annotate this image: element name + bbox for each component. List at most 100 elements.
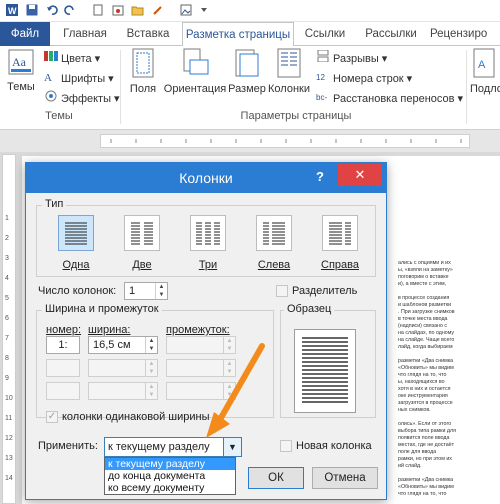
preset-label-left[interactable]: Слева (249, 259, 299, 271)
preset-two-columns[interactable] (124, 215, 160, 251)
orientation-icon (162, 48, 228, 81)
equal-width-checkbox[interactable]: ✓ (46, 411, 58, 423)
undo-icon[interactable] (44, 2, 60, 18)
document-text-line: на слайдах, по одному (398, 330, 455, 336)
vertical-ruler[interactable]: 1 2 3 4 5 6 7 8 9 10 11 12 13 14 (2, 154, 16, 504)
svg-text:12: 12 (316, 73, 325, 82)
apply-dropdown-list: к текущему разделу до конца документа ко… (104, 457, 236, 495)
redo-icon[interactable] (62, 2, 78, 18)
orientation-label: Ориентация (163, 83, 227, 95)
one-column-icon (65, 222, 87, 245)
separator-checkbox[interactable] (276, 285, 288, 297)
tab-insert[interactable]: Вставка (118, 22, 178, 46)
print-preview-icon[interactable] (110, 2, 126, 18)
ruler-mark: 3 (5, 255, 9, 262)
close-button[interactable]: ✕ (338, 164, 382, 186)
preset-label-three[interactable]: Три (183, 259, 233, 271)
tab-references[interactable]: Ссылки (298, 22, 352, 46)
document-text-line: разметки «Два снимка (398, 477, 454, 483)
line-numbers-label: Номера строк (333, 73, 404, 85)
cancel-button[interactable]: Отмена (312, 467, 378, 489)
type-legend: Тип (42, 198, 67, 210)
num-columns-stepper[interactable]: 1 ▲ ▼ (124, 282, 168, 300)
apply-option-whole-document[interactable]: ко всему документу (105, 482, 235, 494)
col-number-header: номер: (46, 324, 82, 336)
customize-qat-icon[interactable] (196, 2, 212, 18)
two-columns-icon (131, 222, 153, 245)
size-icon (228, 48, 266, 81)
new-column-label: Новая колонка (296, 440, 372, 452)
size-button[interactable]: Размер (228, 48, 266, 108)
themes-group-label: Темы (45, 110, 73, 122)
document-text-line: (надписи) связано с (398, 323, 448, 329)
breaks-button[interactable]: Разрывы ▾ (316, 49, 387, 68)
document-text-line: загрузятся в процессе (398, 400, 453, 406)
ruler-mark: 10 (5, 395, 13, 402)
horizontal-ruler[interactable] (100, 134, 470, 148)
width-field-2[interactable]: ▲ ▼ (88, 359, 158, 377)
three-columns-icon (196, 222, 220, 245)
colors-button[interactable]: Цвета ▾ (44, 50, 100, 68)
margins-icon (124, 48, 162, 81)
document-text-line: и), а вместе с этим, (398, 281, 447, 287)
preset-three-columns[interactable] (190, 215, 226, 251)
tab-home[interactable]: Главная (56, 22, 114, 46)
preset-right[interactable] (322, 215, 358, 251)
preset-one-column[interactable] (58, 215, 94, 251)
sample-preview (294, 329, 356, 413)
ok-button[interactable]: ОК (248, 467, 304, 489)
line-numbers-icon: 12 (316, 70, 330, 88)
page-background-button[interactable]: A Подло (470, 48, 500, 108)
orientation-button[interactable]: Ориентация (162, 48, 228, 108)
tab-mailings[interactable]: Рассылки (358, 22, 424, 46)
spin-arrows-icon[interactable]: ▲ ▼ (155, 283, 167, 299)
document-text-line: рамки, но при этом их (398, 456, 452, 462)
hyphenation-label: Расстановка переносов (333, 93, 455, 105)
save-icon[interactable] (24, 2, 40, 18)
svg-text:W: W (8, 6, 17, 16)
ruler-area (0, 130, 500, 152)
preset-label-one[interactable]: Одна (51, 259, 101, 271)
svg-text:bc-: bc- (316, 93, 327, 102)
apply-option-current-section[interactable]: к текущему разделу (105, 458, 235, 470)
document-text-line: на слайде. Чаще всего (398, 337, 455, 343)
new-column-checkbox[interactable] (280, 440, 292, 452)
size-label: Размер (228, 83, 266, 95)
page-background-label: Подло (470, 83, 500, 95)
width-field-1[interactable]: 16,5 см ▲ ▼ (88, 336, 158, 354)
columns-button[interactable]: Колонки (266, 48, 312, 108)
effects-button[interactable]: Эффекты ▾ (44, 90, 120, 108)
preset-label-two[interactable]: Две (117, 259, 167, 271)
themes-button[interactable]: Aa Темы (4, 48, 38, 108)
hyphenation-icon: bc- (316, 90, 330, 108)
help-button[interactable]: ? (316, 169, 324, 184)
margins-button[interactable]: Поля (124, 48, 162, 108)
hyphenation-button[interactable]: bc- Расстановка переносов ▾ (316, 90, 463, 108)
column-number-2 (46, 359, 80, 377)
dialog-title-bar[interactable]: Колонки ? ✕ (26, 163, 386, 193)
new-document-icon[interactable] (90, 2, 106, 18)
line-numbers-button[interactable]: 12 Номера строк ▾ (316, 70, 412, 88)
chevron-down-icon: ▾ (94, 53, 101, 65)
tab-file[interactable]: Файл (0, 22, 50, 46)
colors-label: Цвета (61, 53, 92, 65)
fonts-button[interactable]: A Шрифты ▾ (44, 70, 114, 88)
close-icon: ✕ (354, 167, 366, 182)
tab-page-layout[interactable]: Разметка страницы (182, 22, 294, 47)
svg-text:A: A (44, 72, 52, 82)
open-folder-icon[interactable] (130, 2, 146, 18)
document-text-line: «Обновить» мы видим (398, 484, 454, 490)
chevron-down-icon: ▾ (114, 93, 120, 105)
picture-icon[interactable] (178, 2, 194, 18)
preset-label-right[interactable]: Справа (315, 259, 365, 271)
width-field-3[interactable]: ▲ ▼ (88, 382, 158, 400)
width-header: ширина: (88, 324, 131, 336)
document-text-line: поговорим о вставке (398, 274, 449, 280)
apply-option-to-end[interactable]: до конца документа (105, 470, 235, 482)
spin-arrows-icon[interactable]: ▲ ▼ (145, 337, 157, 353)
tab-review[interactable]: Рецензиро (430, 22, 500, 46)
sample-page-icon (302, 337, 348, 403)
ruler-mark: 13 (5, 455, 13, 462)
preset-left[interactable] (256, 215, 292, 251)
draw-table-icon[interactable] (150, 2, 166, 18)
